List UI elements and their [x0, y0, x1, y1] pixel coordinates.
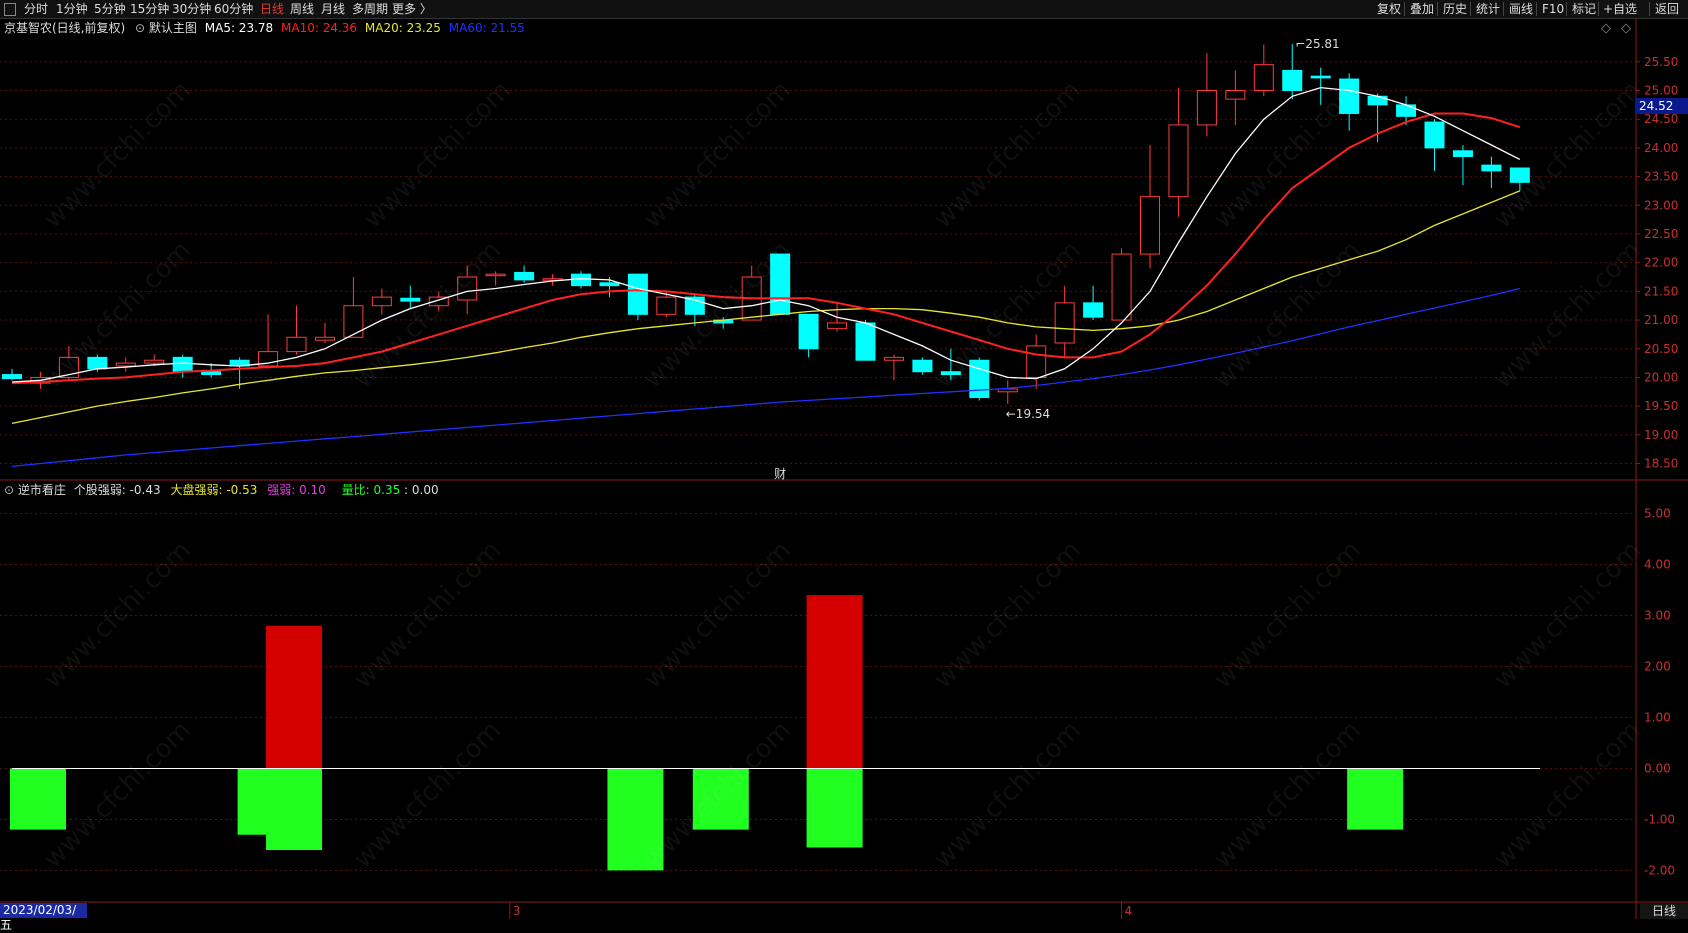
indicator-bar: [607, 768, 664, 871]
sub-tick-label: 3.00: [1644, 609, 1671, 623]
ma20-line: [11, 190, 1521, 425]
price-tick-label: 19.50: [1644, 399, 1678, 413]
candle-body: [1054, 302, 1075, 344]
low-marker: ←19.54: [1006, 407, 1050, 421]
price-tick-label: 23.50: [1644, 170, 1678, 184]
candle-body: [286, 336, 307, 353]
sub-tick-label: 4.00: [1644, 558, 1671, 572]
candle-body: [2, 374, 22, 380]
candle-body: [798, 313, 819, 350]
candle-body: [1282, 69, 1303, 92]
candle-body: [371, 296, 392, 307]
indicator-bar: [806, 595, 863, 769]
month-label: 4: [1125, 904, 1133, 918]
indicator-bar: [266, 768, 323, 851]
price-tick-label: 18.50: [1644, 457, 1678, 471]
period-label: 日线: [1640, 903, 1688, 919]
candle-body: [343, 305, 364, 338]
candle-body: [1111, 253, 1132, 321]
candle-body: [1253, 64, 1274, 92]
finance-marker: 财: [774, 467, 786, 481]
candle-body: [1083, 302, 1104, 318]
candle-body: [627, 273, 648, 315]
candle-body: [1367, 95, 1388, 106]
candle-body: [400, 297, 421, 302]
candle-body: [571, 273, 591, 287]
candle-body: [1168, 124, 1189, 198]
indicator-bar: [806, 768, 863, 848]
month-label: 3: [513, 904, 521, 918]
price-tick-label: 21.50: [1644, 284, 1678, 298]
candle-body: [1396, 104, 1417, 117]
candle-body: [883, 356, 904, 361]
candle-body: [514, 271, 535, 281]
indicator-bar: [266, 625, 323, 769]
candle-body: [485, 273, 506, 277]
candle-body: [1310, 75, 1331, 79]
chart-canvas[interactable]: 25.50 25.00 24.50 24.00 23.50 23.00 22.50 22.00…: [0, 0, 1688, 919]
candle-body: [1026, 345, 1047, 378]
candle-body: [1140, 196, 1160, 255]
price-tick-label: 25.50: [1644, 55, 1678, 69]
candle-body: [144, 359, 165, 364]
candle-body: [457, 276, 478, 301]
price-tick-label: 19.00: [1644, 428, 1678, 442]
cursor-date: 2023/02/03/五: [0, 903, 87, 932]
candle-body: [1339, 78, 1360, 114]
price-tick-label: 24.00: [1644, 141, 1678, 155]
price-tick-label: 20.50: [1644, 342, 1678, 356]
candle-body: [1481, 164, 1502, 172]
price-tick-label: 21.00: [1644, 313, 1678, 327]
candle-body: [1509, 167, 1530, 183]
current-price-tag: 24.52: [1636, 98, 1688, 114]
sub-tick-label: 1.00: [1644, 710, 1671, 724]
candle-body: [172, 356, 193, 373]
candle-body: [1225, 90, 1246, 100]
price-tick-label: 20.00: [1644, 370, 1678, 384]
candle-body: [1452, 150, 1473, 158]
high-marker: ⌐25.81: [1295, 37, 1339, 51]
price-tick-label: 25.00: [1644, 84, 1678, 98]
candle-body: [912, 359, 933, 373]
candle-body: [855, 322, 876, 361]
sub-tick-label: -2.00: [1644, 863, 1675, 877]
candle-body: [314, 336, 335, 341]
sub-tick-label: -1.00: [1644, 812, 1675, 826]
candle-body: [969, 359, 990, 399]
price-tick-label: 22.00: [1644, 256, 1678, 270]
price-tick-label: 22.50: [1644, 227, 1678, 241]
candle-body: [1196, 90, 1217, 126]
price-tick-label: 23.00: [1644, 198, 1678, 212]
candle-body: [656, 296, 677, 315]
ma10-line: [11, 112, 1521, 385]
candle-body: [827, 322, 848, 330]
candle-body: [940, 371, 961, 376]
sub-tick-label: 5.00: [1644, 507, 1671, 521]
indicator-bar: [1347, 768, 1404, 830]
candle-body: [115, 362, 136, 367]
indicator-bar: [10, 768, 66, 830]
candle-body: [201, 371, 222, 376]
sub-tick-label: 2.00: [1644, 660, 1671, 674]
price-tick-label: 24.50: [1644, 112, 1678, 126]
indicator-bar: [692, 768, 749, 830]
sub-tick-label: 0.00: [1644, 761, 1671, 775]
candle-body: [770, 253, 791, 315]
candle-body: [87, 356, 108, 370]
ma5-line: [11, 86, 1521, 383]
candle-body: [599, 282, 620, 287]
candle-body: [1424, 121, 1445, 149]
